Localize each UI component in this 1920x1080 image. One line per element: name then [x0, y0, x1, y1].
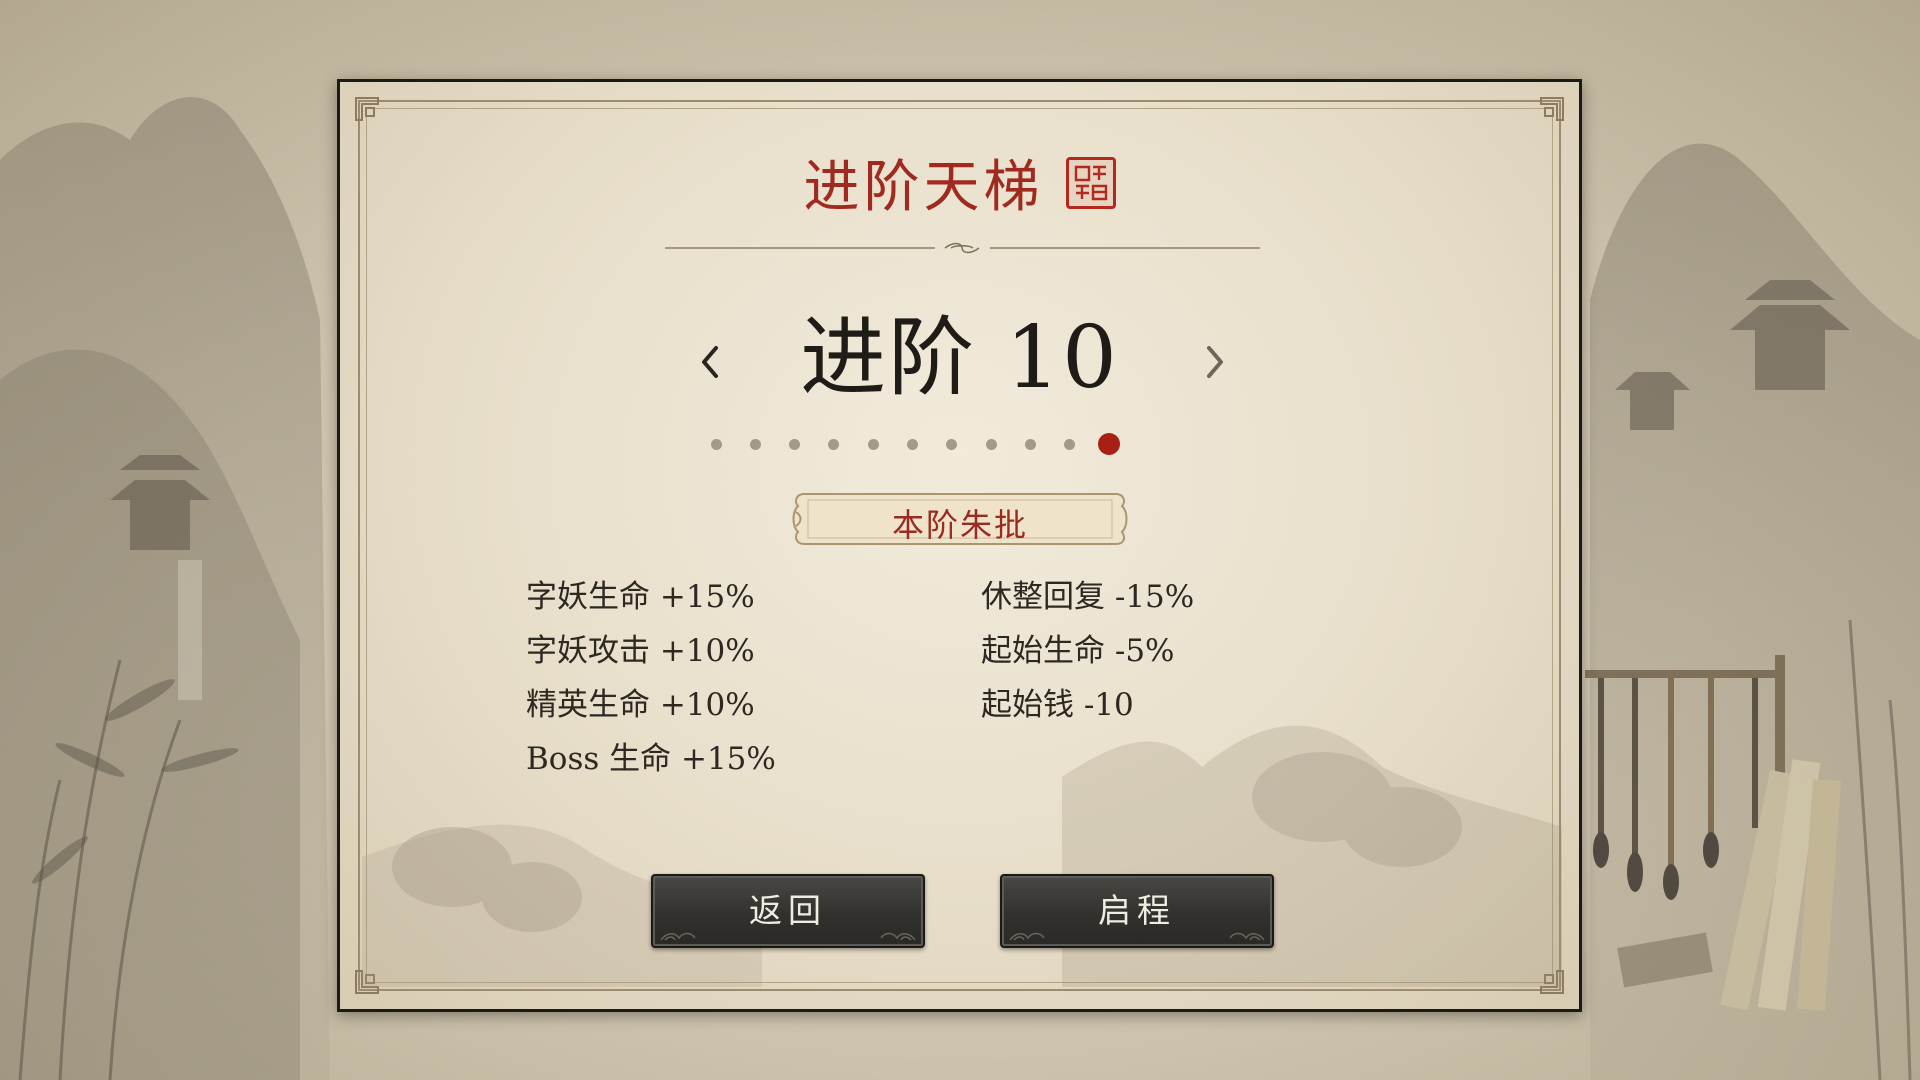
level-dot[interactable] — [946, 439, 958, 450]
modifier-item: 字妖攻击 +10% — [526, 633, 755, 669]
chevron-right-icon — [1207, 346, 1223, 378]
level-page-indicator — [340, 432, 1579, 458]
level-dot[interactable] — [710, 439, 722, 450]
cloud-ornament-icon — [660, 932, 696, 941]
modifier-item: 起始生命 -5% — [981, 633, 1175, 669]
ascension-panel: 进阶天梯 进阶 10 本阶朱批 字妖生命 +15% 字妖攻击 +10% 精英生命… — [337, 79, 1582, 1012]
modifier-item: 精英生命 +10% — [526, 687, 755, 723]
cloud-ornament-icon — [1009, 932, 1045, 941]
level-dot[interactable] — [749, 439, 761, 450]
level-dot[interactable] — [867, 439, 879, 450]
level-dot-active[interactable] — [1098, 433, 1120, 455]
current-level-label: 进阶 10 — [800, 308, 1119, 408]
cloud-ornament-icon — [1229, 932, 1265, 941]
next-level-button[interactable] — [1195, 330, 1235, 390]
title-row: 进阶天梯 — [340, 142, 1579, 223]
modifier-item: Boss 生命 +15% — [526, 741, 776, 777]
cloud-ornament-icon — [880, 932, 916, 941]
level-dot[interactable] — [828, 439, 840, 450]
level-dot[interactable] — [1024, 439, 1036, 450]
corner-ornament-icon — [1537, 96, 1565, 124]
modifier-item: 起始钱 -10 — [981, 687, 1134, 723]
modifiers-right-column: 休整回复 -15% 起始生命 -5% 起始钱 -10 — [981, 570, 1194, 732]
seal-stamp-icon — [1065, 156, 1116, 209]
section-heading: 本阶朱批 — [891, 506, 1028, 544]
level-dot[interactable] — [907, 439, 918, 450]
back-button[interactable]: 返回 — [651, 874, 925, 948]
section-banner: 本阶朱批 — [790, 490, 1130, 548]
title-divider — [665, 242, 1260, 254]
corner-ornament-icon — [354, 96, 382, 124]
back-button-label: 返回 — [749, 891, 827, 930]
start-button-label: 启程 — [1098, 891, 1176, 930]
modifier-item: 字妖生命 +15% — [526, 579, 755, 615]
page-title: 进阶天梯 — [803, 155, 1044, 220]
modifiers-left-column: 字妖生命 +15% 字妖攻击 +10% 精英生命 +10% Boss 生命 +1… — [526, 570, 776, 786]
level-dot[interactable] — [1064, 439, 1076, 450]
modifier-item: 休整回复 -15% — [981, 579, 1195, 615]
level-dot[interactable] — [789, 439, 801, 450]
level-dot[interactable] — [985, 439, 997, 450]
start-journey-button[interactable]: 启程 — [1000, 874, 1274, 948]
